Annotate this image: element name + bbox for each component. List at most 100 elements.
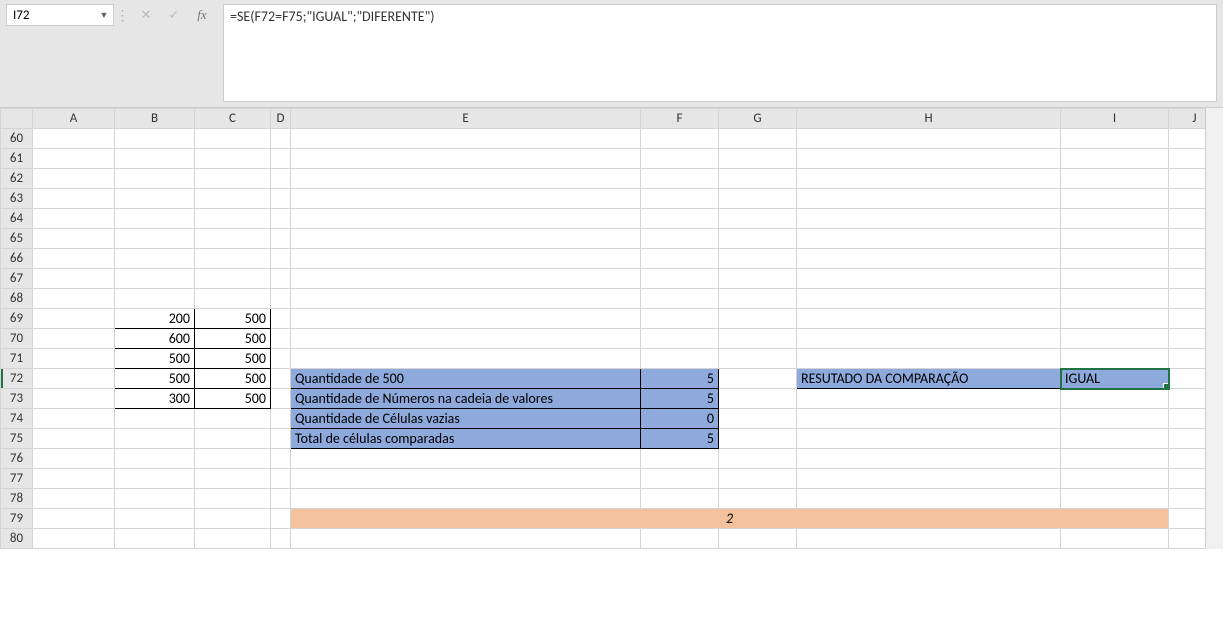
col-header-G[interactable]: G xyxy=(719,109,797,129)
cell-G70[interactable] xyxy=(719,329,797,349)
spreadsheet-grid[interactable]: A B C D E F G H I J 60616263646566676869… xyxy=(0,108,1221,549)
cell-H67[interactable] xyxy=(797,269,1061,289)
cell-D76[interactable] xyxy=(271,449,291,469)
cell-F71[interactable] xyxy=(641,349,719,369)
row-header[interactable]: 62 xyxy=(1,169,33,189)
cell-C64[interactable] xyxy=(195,209,271,229)
cell-C63[interactable] xyxy=(195,189,271,209)
cell-H73[interactable] xyxy=(797,389,1061,409)
cell-B74[interactable] xyxy=(115,409,195,429)
row-header[interactable]: 75 xyxy=(1,429,33,449)
cell-G68[interactable] xyxy=(719,289,797,309)
cell-D73[interactable] xyxy=(271,389,291,409)
cell-C74[interactable] xyxy=(195,409,271,429)
cell-G80[interactable] xyxy=(719,529,797,549)
cell-G77[interactable] xyxy=(719,469,797,489)
cell-A75[interactable] xyxy=(33,429,115,449)
cell-A80[interactable] xyxy=(33,529,115,549)
merged-cell-row79[interactable]: 2 xyxy=(291,509,1169,529)
cell-C70[interactable]: 500 xyxy=(195,329,271,349)
cell-I80[interactable] xyxy=(1061,529,1169,549)
row-header[interactable]: 77 xyxy=(1,469,33,489)
cell-E70[interactable] xyxy=(291,329,641,349)
cell-I63[interactable] xyxy=(1061,189,1169,209)
cell-H70[interactable] xyxy=(797,329,1061,349)
cell-I75[interactable] xyxy=(1061,429,1169,449)
cell-A65[interactable] xyxy=(33,229,115,249)
cell-H68[interactable] xyxy=(797,289,1061,309)
cell-A64[interactable] xyxy=(33,209,115,229)
cell-E73[interactable]: Quantidade de Números na cadeia de valor… xyxy=(291,389,641,409)
cell-E74[interactable]: Quantidade de Células vazias xyxy=(291,409,641,429)
cell-F72[interactable]: 5 xyxy=(641,369,719,389)
row-header[interactable]: 68 xyxy=(1,289,33,309)
cell-F62[interactable] xyxy=(641,169,719,189)
cell-E64[interactable] xyxy=(291,209,641,229)
row-header[interactable]: 60 xyxy=(1,129,33,149)
cell-F77[interactable] xyxy=(641,469,719,489)
cell-I65[interactable] xyxy=(1061,229,1169,249)
col-header-D[interactable]: D xyxy=(271,109,291,129)
cell-H76[interactable] xyxy=(797,449,1061,469)
cell-C78[interactable] xyxy=(195,489,271,509)
cell-H74[interactable] xyxy=(797,409,1061,429)
col-header-F[interactable]: F xyxy=(641,109,719,129)
cell-A67[interactable] xyxy=(33,269,115,289)
cell-C71[interactable]: 500 xyxy=(195,349,271,369)
cell-G74[interactable] xyxy=(719,409,797,429)
cell-A62[interactable] xyxy=(33,169,115,189)
cell-G73[interactable] xyxy=(719,389,797,409)
cell-G65[interactable] xyxy=(719,229,797,249)
col-header-A[interactable]: A xyxy=(33,109,115,129)
cell-B77[interactable] xyxy=(115,469,195,489)
cell-E68[interactable] xyxy=(291,289,641,309)
cell-B71[interactable]: 500 xyxy=(115,349,195,369)
cell-E71[interactable] xyxy=(291,349,641,369)
row-header[interactable]: 74 xyxy=(1,409,33,429)
cell-F64[interactable] xyxy=(641,209,719,229)
row-header[interactable]: 66 xyxy=(1,249,33,269)
col-header-I[interactable]: I xyxy=(1061,109,1169,129)
cell-E69[interactable] xyxy=(291,309,641,329)
cell-F69[interactable] xyxy=(641,309,719,329)
cell-D71[interactable] xyxy=(271,349,291,369)
confirm-formula-icon[interactable]: ✓ xyxy=(165,6,183,24)
cell-F63[interactable] xyxy=(641,189,719,209)
cell-I70[interactable] xyxy=(1061,329,1169,349)
cell-E77[interactable] xyxy=(291,469,641,489)
row-header[interactable]: 65 xyxy=(1,229,33,249)
cell-G67[interactable] xyxy=(719,269,797,289)
col-header-B[interactable]: B xyxy=(115,109,195,129)
cell-D68[interactable] xyxy=(271,289,291,309)
cell-D79[interactable] xyxy=(271,509,291,529)
select-all-corner[interactable] xyxy=(1,109,33,129)
cell-B72[interactable]: 500 xyxy=(115,369,195,389)
cell-D69[interactable] xyxy=(271,309,291,329)
cell-A79[interactable] xyxy=(33,509,115,529)
row-header[interactable]: 76 xyxy=(1,449,33,469)
cell-B75[interactable] xyxy=(115,429,195,449)
cell-E67[interactable] xyxy=(291,269,641,289)
cell-I60[interactable] xyxy=(1061,129,1169,149)
cell-I73[interactable] xyxy=(1061,389,1169,409)
cell-C66[interactable] xyxy=(195,249,271,269)
cell-C69[interactable]: 500 xyxy=(195,309,271,329)
cell-F75[interactable]: 5 xyxy=(641,429,719,449)
cell-H78[interactable] xyxy=(797,489,1061,509)
row-header[interactable]: 72 xyxy=(1,369,33,389)
cell-G62[interactable] xyxy=(719,169,797,189)
cell-D74[interactable] xyxy=(271,409,291,429)
cell-D60[interactable] xyxy=(271,129,291,149)
cell-A66[interactable] xyxy=(33,249,115,269)
name-box[interactable]: I72 ▼ xyxy=(6,4,114,26)
cell-A74[interactable] xyxy=(33,409,115,429)
cell-F61[interactable] xyxy=(641,149,719,169)
cell-B73[interactable]: 300 xyxy=(115,389,195,409)
cell-C79[interactable] xyxy=(195,509,271,529)
cell-H75[interactable] xyxy=(797,429,1061,449)
cell-C60[interactable] xyxy=(195,129,271,149)
cell-B67[interactable] xyxy=(115,269,195,289)
col-header-H[interactable]: H xyxy=(797,109,1061,129)
cell-A63[interactable] xyxy=(33,189,115,209)
cell-A68[interactable] xyxy=(33,289,115,309)
